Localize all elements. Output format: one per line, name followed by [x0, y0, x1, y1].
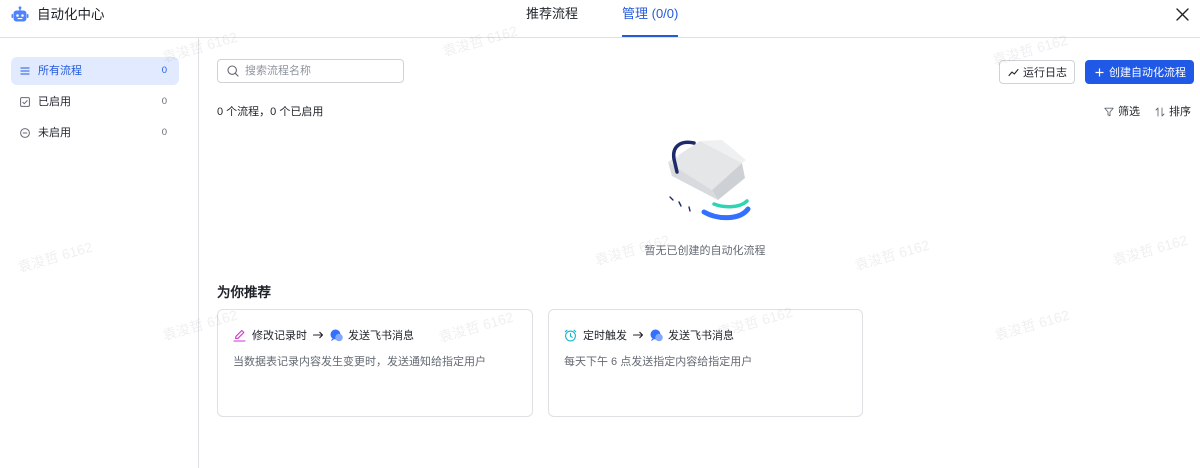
list-icon — [20, 66, 30, 76]
card-description: 当数据表记录内容发生变更时，发送通知给指定用户 — [233, 356, 486, 368]
sort-label: 排序 — [1169, 106, 1191, 118]
filter-label: 筛选 — [1118, 106, 1140, 118]
arrow-right-icon — [313, 331, 324, 339]
arrow-right-icon — [633, 331, 644, 339]
close-icon[interactable] — [1175, 7, 1190, 22]
message-icon — [650, 329, 663, 342]
sidebar-item-label: 已启用 — [38, 96, 71, 108]
robot-icon — [11, 6, 29, 24]
run-log-label: 运行日志 — [1023, 67, 1067, 79]
recommend-heading: 为你推荐 — [217, 285, 271, 300]
card-description: 每天下午 6 点发送指定内容给指定用户 — [564, 356, 753, 368]
tab-recommended-flows[interactable]: 推荐流程 — [526, 0, 578, 37]
sort-button[interactable]: 排序 — [1155, 104, 1191, 120]
edit-icon — [233, 329, 246, 342]
sort-icon — [1155, 107, 1165, 117]
empty-state-illustration — [660, 137, 752, 225]
action-label: 发送飞书消息 — [668, 330, 734, 342]
sidebar-item-label: 所有流程 — [38, 65, 82, 77]
template-card[interactable]: 修改记录时 发送飞书消息 当数据表记录内容发生变更时，发送通知给指定用户 — [217, 309, 533, 417]
create-automation-label: 创建自动化流程 — [1109, 67, 1186, 79]
run-log-button[interactable]: 运行日志 — [999, 60, 1075, 84]
sidebar-item-all-flows[interactable]: 所有流程 0 — [11, 57, 179, 85]
plus-icon — [1095, 68, 1104, 77]
message-icon — [330, 329, 343, 342]
create-automation-button[interactable]: 创建自动化流程 — [1085, 60, 1194, 84]
trend-icon — [1008, 67, 1019, 78]
template-card[interactable]: 定时触发 发送飞书消息 每天下午 6 点发送指定内容给指定用户 — [548, 309, 863, 417]
trigger-label: 定时触发 — [583, 330, 627, 342]
sidebar-item-count: 0 — [161, 65, 167, 76]
watermark: 袁浚哲 6162 — [992, 306, 1072, 344]
filter-icon — [1104, 107, 1114, 117]
sidebar-item-count: 0 — [161, 96, 167, 107]
checkbox-checked-icon — [20, 97, 30, 107]
minus-circle-icon — [20, 128, 30, 138]
alarm-clock-icon — [564, 329, 577, 342]
app-title: 自动化中心 — [37, 7, 105, 22]
filter-button[interactable]: 筛选 — [1104, 104, 1140, 120]
sidebar-item-count: 0 — [161, 127, 167, 138]
sidebar: 所有流程 0 已启用 0 未启用 0 — [0, 38, 199, 468]
tab-label: 管理 (0/0) — [622, 6, 679, 21]
watermark: 袁浚哲 6162 — [1110, 231, 1190, 269]
card-title: 定时触发 发送飞书消息 — [564, 327, 734, 343]
card-title: 修改记录时 发送飞书消息 — [233, 327, 414, 343]
tab-label: 推荐流程 — [526, 6, 579, 21]
tab-manage[interactable]: 管理 (0/0) — [622, 0, 679, 37]
sidebar-item-enabled[interactable]: 已启用 0 — [11, 88, 179, 116]
search-box — [217, 59, 404, 83]
action-label: 发送飞书消息 — [348, 330, 414, 342]
sidebar-item-disabled[interactable]: 未启用 0 — [11, 119, 179, 147]
header-bar: 自动化中心 推荐流程 管理 (0/0) — [0, 0, 1200, 38]
trigger-label: 修改记录时 — [252, 330, 307, 342]
watermark: 袁浚哲 6162 — [852, 236, 932, 274]
empty-state-message: 暂无已创建的自动化流程 — [644, 245, 766, 257]
sidebar-item-label: 未启用 — [38, 127, 71, 139]
flow-summary: 0 个流程，0 个已启用 — [217, 106, 324, 118]
search-input[interactable] — [218, 60, 403, 82]
